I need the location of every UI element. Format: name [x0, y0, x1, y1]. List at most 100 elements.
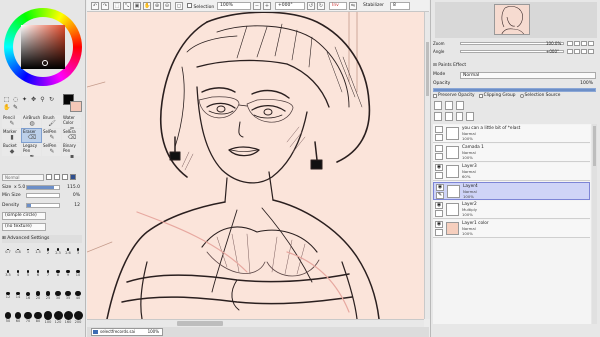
- brush-size-preset[interactable]: 12: [3, 289, 13, 299]
- brush-size-preset[interactable]: 20: [33, 289, 43, 300]
- brush-size-preset[interactable]: 2.3: [53, 245, 63, 255]
- transform-icon[interactable]: ⤡: [123, 2, 131, 10]
- nav-zoom-out-icon[interactable]: [567, 41, 573, 46]
- lasso-icon[interactable]: ◌: [12, 97, 19, 103]
- layer-lock-icon[interactable]: [435, 210, 443, 217]
- zoom-out-icon[interactable]: ⊖: [163, 2, 171, 10]
- layer-lock-icon[interactable]: [435, 134, 443, 141]
- zoom-minus-icon[interactable]: −: [253, 2, 261, 10]
- tool-brush[interactable]: Brush 🖌: [42, 115, 61, 128]
- magic-wand-icon[interactable]: ✦: [21, 97, 28, 103]
- layer-row[interactable]: you can a little bit of *elast Normal 100%: [433, 125, 590, 143]
- move-icon[interactable]: ✥: [30, 97, 37, 103]
- new-linework-layer-icon[interactable]: [445, 101, 453, 110]
- selection-source-radio[interactable]: [519, 94, 524, 98]
- preserve-opacity-option[interactable]: Preserve Opacity: [433, 92, 475, 100]
- undo-icon[interactable]: ↶: [91, 2, 99, 10]
- brush-size-preset[interactable]: 2.6: [63, 245, 73, 255]
- nav-rotate-right-icon[interactable]: [574, 49, 580, 54]
- visibility-eye-icon[interactable]: [435, 145, 443, 152]
- brush-shape-dropdown[interactable]: (simple circle): [2, 212, 46, 220]
- brush-size-preset[interactable]: 5: [23, 267, 33, 277]
- visibility-eye-icon[interactable]: ◉: [435, 221, 443, 228]
- document-tab[interactable]: selectfrecords.sai 100%: [91, 328, 163, 336]
- drawing-canvas[interactable]: [87, 12, 424, 319]
- brush-shape-soft[interactable]: [46, 174, 52, 180]
- advanced-settings-toggle[interactable]: ⊞ Advanced Settings: [2, 235, 82, 243]
- brush-texture-dropdown[interactable]: (no texture): [2, 223, 46, 231]
- brush-size-preset[interactable]: 3.5: [3, 267, 13, 277]
- new-layer-icon[interactable]: [434, 101, 442, 110]
- hand-icon[interactable]: ✋: [143, 2, 151, 10]
- brush-size-preset[interactable]: 1: [23, 245, 33, 254]
- brush-shape-square[interactable]: [70, 174, 76, 180]
- layer-list-scroll-thumb[interactable]: [593, 126, 596, 166]
- zoom-plus-icon[interactable]: +: [263, 2, 271, 10]
- background-color-swatch[interactable]: [70, 101, 82, 112]
- brush-size-preset[interactable]: 16: [23, 289, 33, 300]
- visibility-eye-icon[interactable]: ◉: [436, 184, 444, 191]
- brush-size-preset[interactable]: 200: [73, 311, 83, 324]
- nav-zoom-reset-icon[interactable]: [581, 41, 587, 46]
- tool-binary-pen[interactable]: Binary Pen ▪: [62, 143, 81, 160]
- delete-layer-icon[interactable]: [466, 112, 474, 121]
- min-size-slider[interactable]: [26, 193, 60, 198]
- brush-shape-hard[interactable]: [62, 174, 68, 180]
- selection-checkbox[interactable]: [187, 3, 192, 8]
- tool-selpen[interactable]: SelPen ✎: [42, 143, 61, 156]
- stabilizer-select[interactable]: 8: [390, 2, 410, 10]
- paints-effect-header[interactable]: ⊟ Paints Effect: [433, 62, 599, 70]
- deselect-icon[interactable]: ⬚: [113, 2, 121, 10]
- flip-icon[interactable]: ⇋: [349, 2, 357, 10]
- nav-rotate-reset-icon[interactable]: [581, 49, 587, 54]
- density-slider[interactable]: [26, 203, 60, 208]
- layer-lock-icon[interactable]: [435, 229, 443, 236]
- brush-size-preset[interactable]: 2: [43, 245, 53, 255]
- brush-size-preset[interactable]: 35: [63, 289, 73, 300]
- brush-size-preset[interactable]: 8: [53, 267, 63, 277]
- tool-airbrush[interactable]: AirBrush ◍: [22, 115, 41, 128]
- navigator-thumbnail[interactable]: [494, 4, 530, 35]
- preserve-opacity-checkbox[interactable]: [433, 94, 437, 98]
- clear-layer-icon[interactable]: [455, 112, 464, 121]
- visibility-eye-icon[interactable]: ◉: [435, 164, 443, 171]
- horizontal-scrollbar[interactable]: [87, 319, 424, 327]
- color-picker-cursor[interactable]: [42, 60, 48, 66]
- layer-row[interactable]: Camada 1 Normal 100%: [433, 144, 590, 162]
- horizontal-scroll-thumb[interactable]: [177, 321, 223, 326]
- brush-size-preset[interactable]: 40: [73, 289, 83, 300]
- tool-marker[interactable]: Marker ▮: [2, 129, 21, 142]
- brush-size-preset[interactable]: 3: [73, 245, 83, 255]
- brush-size-preset[interactable]: 50: [3, 311, 13, 323]
- brush-size-preset[interactable]: 7: [43, 267, 53, 277]
- selection-source-option[interactable]: Selection Source: [519, 92, 560, 100]
- size-multiplier[interactable]: x 5.0: [14, 184, 25, 191]
- zoom-icon[interactable]: ⚲: [39, 97, 46, 103]
- transfer-down-icon[interactable]: [434, 112, 442, 121]
- merge-down-icon[interactable]: [444, 112, 453, 121]
- tool-pencil[interactable]: Pencil ✎: [2, 115, 21, 128]
- brush-blend-select[interactable]: Normal: [2, 173, 44, 181]
- clipping-group-option[interactable]: Clipping Group: [478, 92, 516, 100]
- new-folder-icon[interactable]: [456, 101, 464, 110]
- brush-size-preset[interactable]: 30: [53, 289, 63, 300]
- nav-zoom-in-icon[interactable]: [574, 41, 580, 46]
- brush-size-preset[interactable]: 9: [63, 267, 73, 277]
- zoom-in-icon[interactable]: ⊕: [153, 2, 161, 10]
- select-icon[interactable]: ⬚: [3, 97, 10, 103]
- brush-size-preset[interactable]: 100: [43, 311, 53, 324]
- eyedropper-icon[interactable]: ✎: [12, 105, 19, 111]
- layer-row[interactable]: ◉ Layer3 Normal 60%: [433, 163, 590, 181]
- select-all-icon[interactable]: ▣: [133, 2, 141, 10]
- clipping-group-checkbox[interactable]: [478, 94, 483, 98]
- visibility-eye-icon[interactable]: ◉: [435, 202, 443, 209]
- tool-legacy-pen[interactable]: Legacy Pen ✒: [22, 143, 41, 160]
- layer-row[interactable]: ◉ ✎ Layer4 Normal 100%: [433, 182, 590, 200]
- size-slider[interactable]: [26, 185, 60, 190]
- nav-zoom-fit-icon[interactable]: [588, 41, 594, 46]
- navigator-preview[interactable]: [435, 2, 597, 38]
- visibility-eye-icon[interactable]: [435, 126, 443, 133]
- hand-icon[interactable]: ✋: [3, 105, 10, 111]
- brush-shape-mid[interactable]: [54, 174, 60, 180]
- color-wheel[interactable]: [4, 8, 82, 86]
